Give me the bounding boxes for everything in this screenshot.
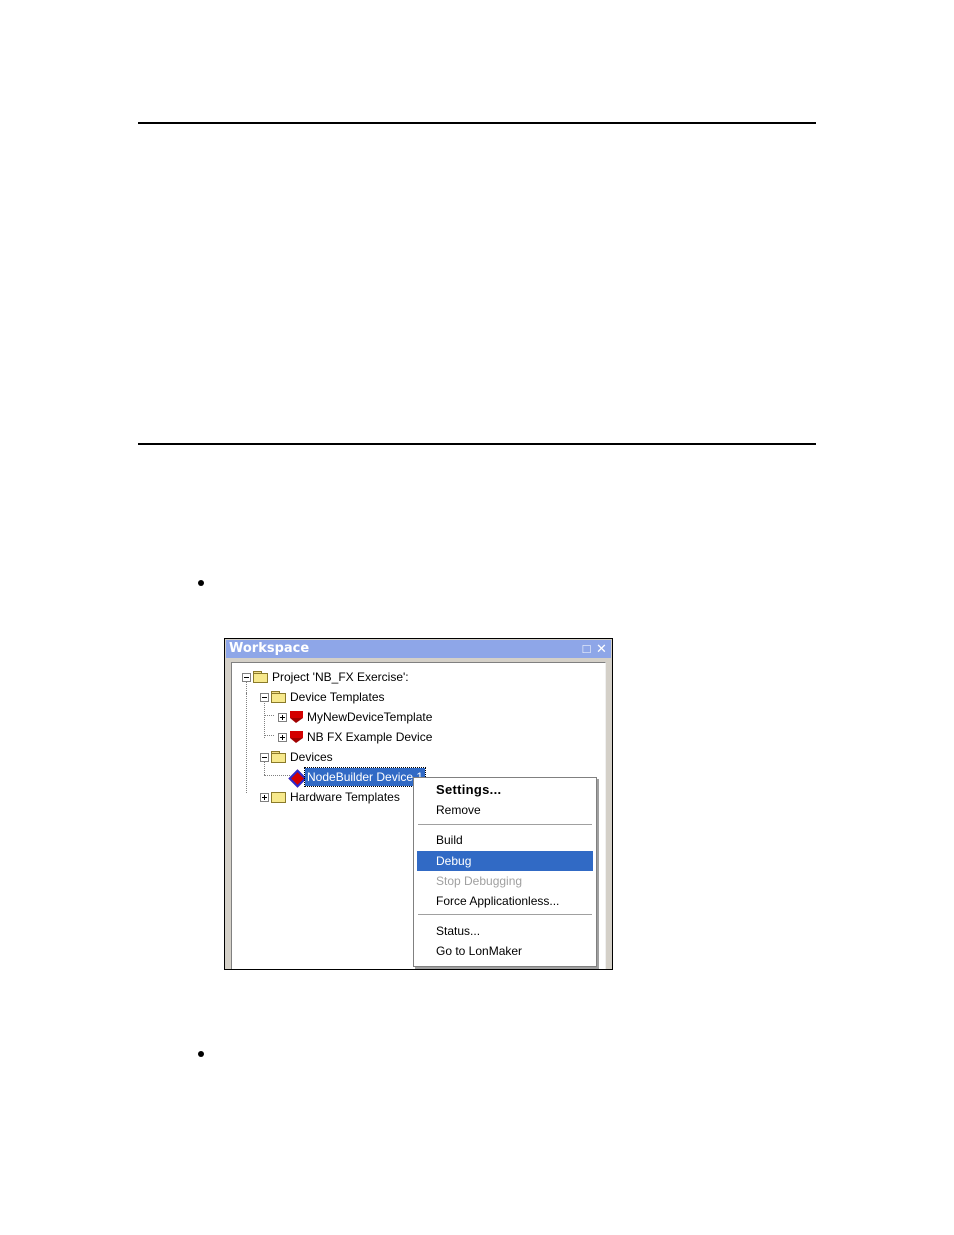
section-rule: [138, 443, 816, 445]
expand-icon[interactable]: [278, 733, 287, 742]
menu-item-label: Status...: [436, 924, 481, 938]
menu-item-force-applicationless[interactable]: Force Applicationless...: [417, 891, 593, 911]
device-template-icon: [290, 731, 303, 743]
tree-item-label: NodeBuilder Device 1: [303, 767, 427, 787]
menu-item-label: Go to LonMaker: [436, 944, 523, 958]
menu-item-label: Build: [436, 833, 463, 847]
workspace-title: Workspace: [229, 641, 310, 656]
tree-item-template[interactable]: NB FX Example Device: [232, 728, 452, 746]
folder-icon: [271, 791, 287, 803]
menu-item-go-to-lonmaker[interactable]: Go to LonMaker: [417, 941, 593, 961]
menu-item-stop-debugging: Stop Debugging: [417, 871, 593, 891]
workspace-title-bar[interactable]: Workspace □ ✕: [226, 640, 611, 658]
tree-item-label: NB FX Example Device: [307, 730, 433, 744]
collapse-icon[interactable]: [260, 753, 269, 762]
maximize-icon[interactable]: □: [580, 642, 593, 655]
menu-item-build[interactable]: Build: [417, 830, 593, 850]
menu-item-label: Settings...: [436, 782, 502, 797]
expand-icon[interactable]: [260, 793, 269, 802]
device-template-icon: [290, 711, 303, 723]
device-icon: [288, 769, 307, 788]
collapse-icon[interactable]: [242, 673, 251, 682]
expand-icon[interactable]: [278, 713, 287, 722]
bullet-2: [198, 1051, 204, 1057]
tree-item-label: MyNewDeviceTemplate: [307, 710, 433, 724]
bullet-1: [198, 580, 204, 586]
tree-item-label: Devices: [290, 750, 333, 764]
menu-separator: [418, 914, 592, 915]
menu-item-remove[interactable]: Remove: [417, 800, 593, 820]
tree-item-label: Hardware Templates: [290, 790, 400, 804]
top-rule: [138, 122, 816, 124]
tree-item-hardware-templates[interactable]: Hardware Templates: [232, 788, 432, 806]
menu-item-label: Force Applicationless...: [436, 894, 560, 908]
tree-item-label: Device Templates: [290, 690, 385, 704]
menu-item-debug[interactable]: Debug: [417, 851, 593, 871]
menu-item-settings[interactable]: Settings...: [417, 780, 593, 800]
menu-item-status[interactable]: Status...: [417, 921, 593, 941]
close-icon[interactable]: ✕: [595, 642, 608, 655]
tree-item-device-templates[interactable]: Device Templates: [232, 688, 432, 706]
tree-item-label: Project 'NB_FX Exercise':: [272, 670, 409, 684]
tree-item-project[interactable]: Project 'NB_FX Exercise':: [232, 668, 432, 686]
open-folder-icon: [253, 671, 269, 683]
open-folder-icon: [271, 691, 287, 703]
context-menu: Settings... Remove Build Debug Stop Debu…: [413, 777, 597, 967]
menu-item-label: Stop Debugging: [436, 874, 523, 888]
tree-item-devices[interactable]: Devices: [232, 748, 432, 766]
collapse-icon[interactable]: [260, 693, 269, 702]
menu-item-label: Remove: [436, 803, 481, 817]
open-folder-icon: [271, 751, 287, 763]
menu-separator: [418, 824, 592, 825]
menu-item-label: Debug: [436, 854, 472, 868]
tree-item-template[interactable]: MyNewDeviceTemplate: [232, 708, 452, 726]
